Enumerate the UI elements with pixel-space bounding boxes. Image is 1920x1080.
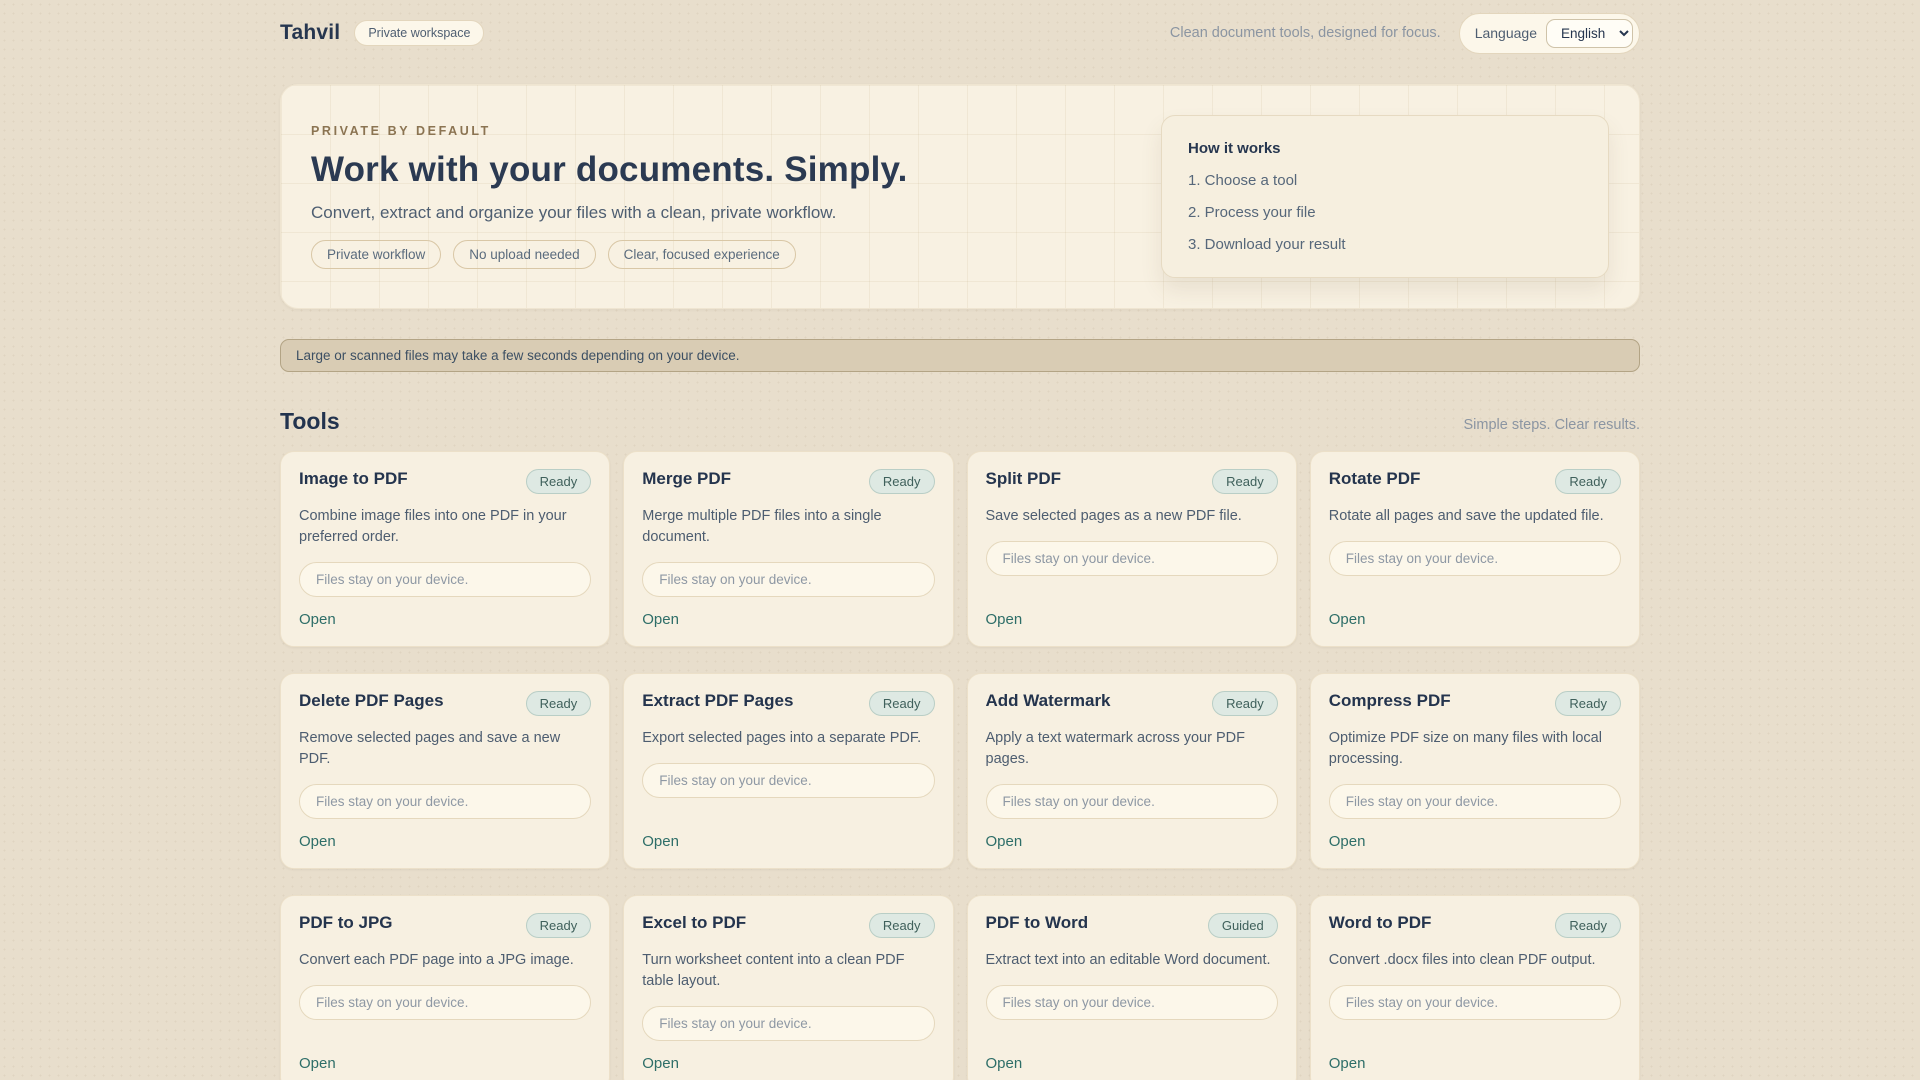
tool-card: Image to PDF Ready Combine image files i… (280, 451, 611, 648)
language-select[interactable]: English (1546, 18, 1633, 48)
header-tagline: Clean document tools, designed for focus… (1169, 25, 1441, 41)
file-note-pill[interactable]: Files stay on your device. (1328, 985, 1621, 1021)
file-note-pill[interactable]: Files stay on your device. (1328, 541, 1621, 577)
open-link[interactable]: Open (986, 1041, 1023, 1072)
tool-card: Word to PDF Ready Convert .docx files in… (1309, 895, 1640, 1080)
file-note-pill[interactable]: Files stay on your device. (299, 562, 592, 598)
tool-card-description: Convert .docx files into clean PDF outpu… (1328, 952, 1596, 969)
status-badge: Ready (1555, 913, 1621, 939)
tool-card-description: Merge multiple PDF files into a single d… (642, 508, 882, 546)
tool-card-title: Rotate PDF (1328, 469, 1421, 488)
app-window: Tahvil Private workspace Clean document … (0, 0, 1920, 1080)
app-header: Tahvil Private workspace Clean document … (0, 0, 1920, 66)
tool-card: Excel to PDF Ready Turn worksheet conten… (623, 895, 954, 1080)
how-it-works-title: How it works (1188, 140, 1281, 157)
tool-card-title: Split PDF (985, 469, 1062, 488)
status-badge: Guided (1207, 913, 1278, 939)
tool-card-title: Delete PDF Pages (299, 691, 444, 711)
file-note-pill[interactable]: Files stay on your device. (985, 985, 1278, 1021)
tools-header: Tools Simple steps. Clear results. (280, 408, 1640, 435)
workspace-badge: Private workspace (354, 20, 485, 46)
brand-title: Tahvil (280, 21, 341, 44)
tool-card-title: Compress PDF (1328, 691, 1451, 711)
how-it-works-step-1: 1. Choose a tool (1188, 172, 1298, 189)
file-note-pill[interactable]: Files stay on your device. (985, 784, 1278, 820)
tool-card-description: Export selected pages into a separate PD… (642, 730, 922, 747)
open-link[interactable]: Open (642, 1041, 679, 1072)
tool-card-description: Optimize PDF size on many files with loc… (1328, 730, 1602, 768)
open-link[interactable]: Open (299, 1041, 336, 1072)
notice-banner: Large or scanned files may take a few se… (280, 339, 1640, 372)
language-label: Language (1474, 25, 1537, 41)
open-link[interactable]: Open (1329, 597, 1366, 628)
tool-card-description: Turn worksheet content into a clean PDF … (642, 952, 905, 990)
tool-card: Rotate PDF Ready Rotate all pages and sa… (1309, 451, 1640, 648)
file-note-pill[interactable]: Files stay on your device. (642, 1006, 935, 1042)
tool-card: PDF to JPG Ready Convert each PDF page i… (280, 895, 611, 1080)
hero-title: Work with your documents. Simply. (311, 150, 908, 189)
status-badge: Ready (868, 469, 935, 494)
tool-card: Compress PDF Ready Optimize PDF size on … (1309, 673, 1640, 870)
tool-card: Extract PDF Pages Ready Export selected … (623, 673, 954, 870)
file-note-pill[interactable]: Files stay on your device. (985, 541, 1278, 577)
tools-section-subtitle: Simple steps. Clear results. (1463, 417, 1640, 433)
tool-card: Split PDF Ready Save selected pages as a… (966, 451, 1297, 648)
tool-card-description: Save selected pages as a new PDF file. (985, 508, 1242, 524)
chip-no-upload: No upload needed (453, 240, 596, 269)
tool-card-description: Rotate all pages and save the updated fi… (1328, 508, 1604, 524)
tool-card: PDF to Word Guided Extract text into an … (966, 895, 1297, 1080)
tool-card-description: Extract text into an editable Word docum… (985, 952, 1271, 969)
status-badge: Ready (868, 691, 935, 717)
tool-card-title: PDF to Word (985, 913, 1089, 933)
open-link[interactable]: Open (299, 819, 336, 850)
tool-card-description: Remove selected pages and save a new PDF… (299, 730, 561, 768)
how-it-works-step-3: 3. Download your result (1188, 236, 1346, 253)
status-badge: Ready (1555, 691, 1621, 717)
tool-card-description: Combine image files into one PDF in your… (299, 508, 567, 546)
status-badge: Ready (1555, 469, 1621, 494)
status-badge: Ready (1212, 469, 1278, 494)
tool-card: Merge PDF Ready Merge multiple PDF files… (623, 451, 954, 648)
tool-card: Delete PDF Pages Ready Remove selected p… (280, 673, 611, 870)
tool-card-title: Image to PDF (299, 469, 408, 488)
status-badge: Ready (525, 469, 592, 494)
tool-card-title: Word to PDF (1328, 913, 1432, 933)
tool-card-description: Convert each PDF page into a JPG image. (299, 952, 574, 969)
tool-card-title: Excel to PDF (642, 913, 747, 933)
tool-card-title: PDF to JPG (299, 913, 393, 933)
tool-card-title: Merge PDF (642, 469, 732, 488)
status-badge: Ready (525, 691, 592, 717)
open-link[interactable]: Open (986, 819, 1023, 850)
chip-focused-experience: Clear, focused experience (607, 240, 796, 269)
open-link[interactable]: Open (642, 819, 679, 850)
chip-private-workflow: Private workflow (311, 240, 442, 269)
open-link[interactable]: Open (986, 597, 1023, 628)
main-content: PRIVATE BY DEFAULT Work with your docume… (280, 84, 1640, 1080)
tool-card-title: Add Watermark (985, 691, 1111, 711)
file-note-pill[interactable]: Files stay on your device. (299, 985, 592, 1021)
status-badge: Ready (525, 913, 592, 939)
open-link[interactable]: Open (1329, 819, 1366, 850)
how-it-works-step-2: 2. Process your file (1188, 204, 1316, 221)
hero-subtitle: Convert, extract and organize your files… (311, 203, 837, 222)
hero-chips: Private workflow No upload needed Clear,… (311, 240, 908, 269)
how-it-works-card: How it works 1. Choose a tool 2. Process… (1161, 115, 1609, 278)
hero-eyebrow: PRIVATE BY DEFAULT (311, 124, 491, 138)
tool-card: Add Watermark Ready Apply a text waterma… (966, 673, 1297, 870)
file-note-pill[interactable]: Files stay on your device. (299, 784, 592, 820)
status-badge: Ready (868, 913, 935, 939)
open-link[interactable]: Open (299, 597, 336, 628)
tools-section-title: Tools (280, 408, 340, 434)
file-note-pill[interactable]: Files stay on your device. (642, 562, 935, 598)
tool-card-title: Extract PDF Pages (642, 691, 794, 711)
hero-panel: PRIVATE BY DEFAULT Work with your docume… (280, 84, 1640, 309)
file-note-pill[interactable]: Files stay on your device. (1328, 784, 1621, 820)
language-control: Language English (1458, 12, 1640, 54)
status-badge: Ready (1212, 691, 1278, 717)
file-note-pill[interactable]: Files stay on your device. (642, 763, 935, 799)
tools-grid: Image to PDF Ready Combine image files i… (280, 451, 1640, 1080)
open-link[interactable]: Open (642, 597, 679, 628)
open-link[interactable]: Open (1329, 1041, 1366, 1072)
tool-card-description: Apply a text watermark across your PDF p… (985, 730, 1245, 768)
